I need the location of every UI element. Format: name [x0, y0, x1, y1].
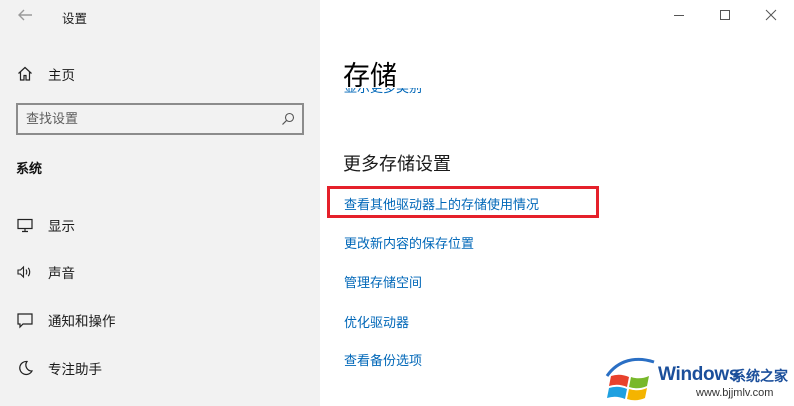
close-icon — [765, 9, 777, 21]
section-title: 系统 — [16, 162, 43, 177]
app-title: 设置 — [62, 11, 88, 26]
close-button[interactable] — [760, 4, 782, 26]
sidebar-item-label: 主页 — [48, 68, 75, 84]
notification-icon — [17, 313, 33, 329]
minimize-button[interactable] — [668, 4, 690, 26]
sidebar-item-sound[interactable]: 声音 — [0, 252, 320, 292]
highlight-box — [327, 186, 599, 218]
link-text: 显示更多类别 — [344, 88, 423, 96]
watermark-site-name: 系统之家 — [732, 369, 788, 385]
search-box[interactable] — [16, 103, 304, 135]
watermark-brand: Windows — [658, 364, 740, 385]
sidebar-item-label: 通知和操作 — [48, 314, 116, 330]
sidebar-item-home[interactable]: 主页 — [0, 54, 320, 94]
link-optimize-drives[interactable]: 优化驱动器 — [344, 312, 409, 331]
sidebar-item-notifications[interactable]: 通知和操作 — [0, 300, 320, 340]
home-icon — [18, 66, 32, 81]
minimize-icon — [674, 15, 684, 16]
watermark-url: www.bjjmlv.com — [696, 387, 774, 399]
sidebar: 设置 主页 系统 显示 声音 通知和操作 专注助手 — [0, 0, 320, 406]
sidebar-item-display[interactable]: 显示 — [0, 205, 320, 245]
windows-logo-icon — [605, 357, 655, 401]
sidebar-item-label: 专注助手 — [48, 362, 102, 378]
moon-icon — [19, 360, 34, 375]
section-heading: 更多存储设置 — [343, 154, 451, 175]
monitor-icon — [17, 218, 33, 233]
sidebar-item-focus-assist[interactable]: 专注助手 — [0, 348, 320, 388]
sidebar-item-label: 显示 — [48, 219, 75, 235]
sidebar-item-label: 声音 — [48, 266, 75, 282]
search-input[interactable] — [26, 109, 276, 129]
link-manage-storage-spaces[interactable]: 管理存储空间 — [344, 272, 422, 291]
link-backup-options[interactable]: 查看备份选项 — [344, 350, 422, 369]
show-more-categories-link[interactable]: 显示更多类别 — [344, 88, 422, 102]
speaker-icon — [17, 265, 31, 279]
back-arrow-icon — [18, 9, 32, 21]
maximize-icon — [720, 10, 730, 20]
maximize-button[interactable] — [714, 4, 736, 26]
back-button[interactable] — [14, 6, 36, 28]
watermark: Windows 系统之家 www.bjjmlv.com — [600, 352, 794, 406]
link-change-save-location[interactable]: 更改新内容的保存位置 — [344, 233, 474, 252]
search-icon[interactable] — [281, 112, 295, 126]
